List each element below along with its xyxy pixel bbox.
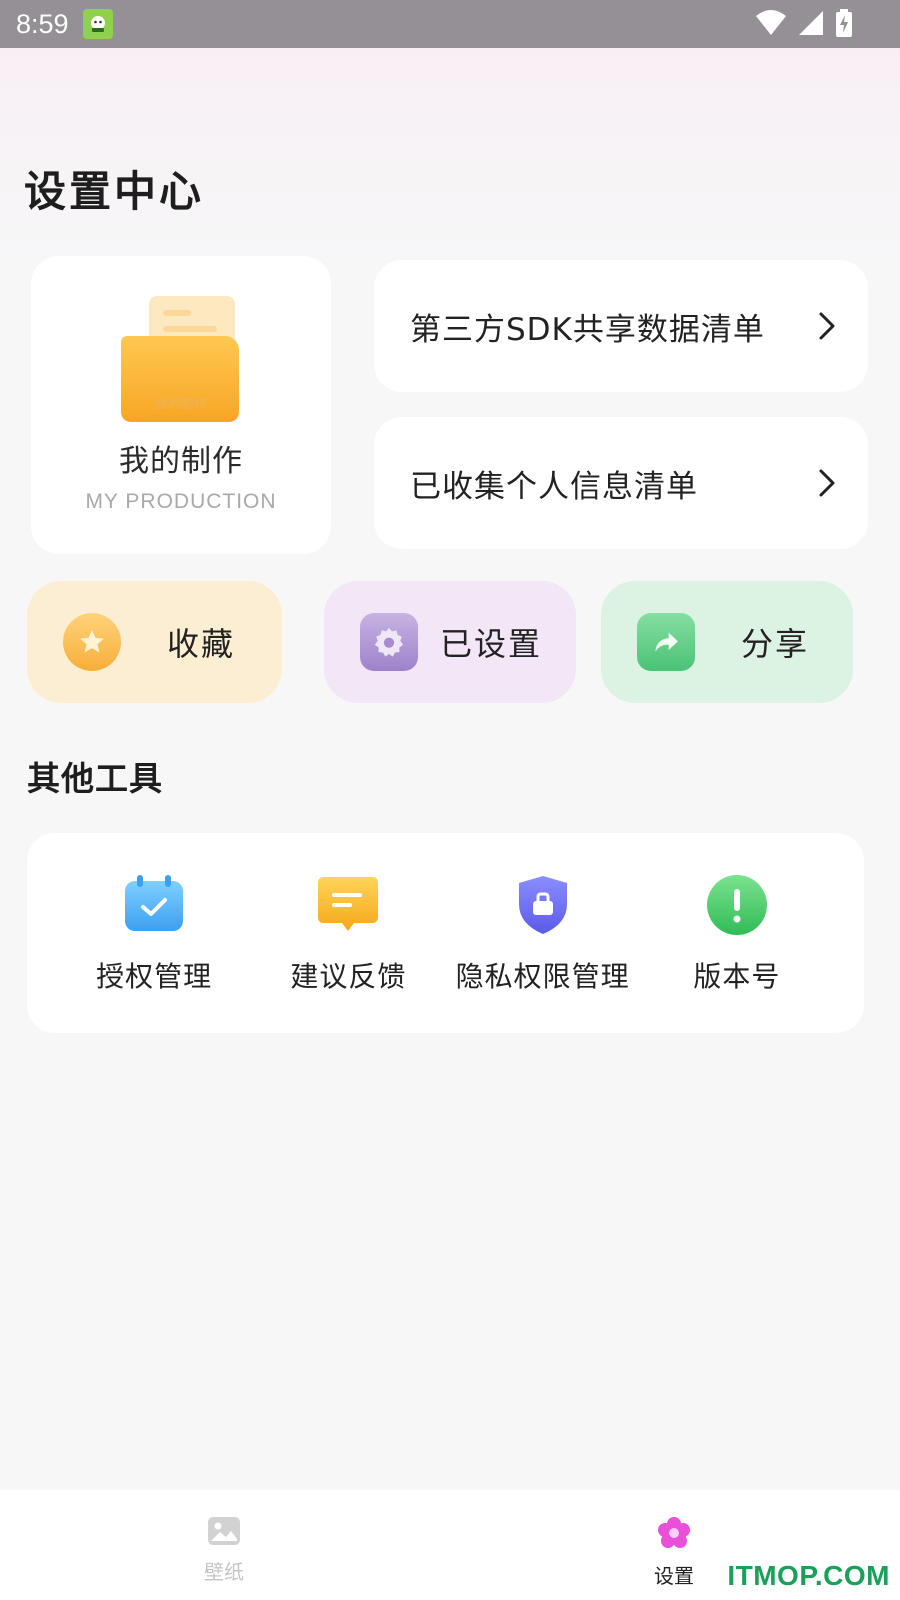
flower-icon (658, 1517, 690, 1548)
nav-label: 设置 (654, 1564, 694, 1588)
share-arrow-icon (637, 613, 695, 671)
status-icons (756, 9, 852, 37)
personal-info-list-link[interactable]: 已收集个人信息清单 (374, 417, 868, 549)
production-subtitle: MY PRODUCTION (85, 490, 277, 513)
folder-text: 我的制作 (153, 397, 206, 412)
other-tools-title: 其他工具 (27, 759, 163, 798)
shield-icon (511, 873, 575, 937)
folder-icon: 我的制作 (121, 296, 241, 424)
app-notification-icon (82, 9, 113, 39)
chevron-right-icon (819, 312, 835, 340)
tool-label: 隐私权限管理 (455, 960, 630, 993)
status-time: 8:59 (16, 8, 69, 39)
configured-label: 已设置 (440, 625, 543, 663)
favorites-button[interactable]: 收藏 (27, 581, 282, 703)
authorization-management-button[interactable]: 授权管理 (59, 873, 249, 995)
image-icon (208, 1517, 240, 1545)
calendar-check-icon (122, 873, 186, 937)
tool-label: 版本号 (693, 960, 781, 993)
configured-button[interactable]: 已设置 (324, 581, 576, 703)
production-title: 我的制作 (119, 444, 243, 479)
battery-icon (836, 9, 852, 37)
favorites-label: 收藏 (167, 625, 236, 663)
chat-bubble-icon (316, 873, 380, 937)
chevron-right-icon (819, 469, 835, 497)
link-label: 已收集个人信息清单 (410, 468, 698, 505)
link-label: 第三方SDK共享数据清单 (410, 311, 765, 348)
watermark: ITMOP.COM (727, 1560, 890, 1591)
page-title: 设置中心 (24, 167, 205, 216)
tool-label: 建议反馈 (290, 960, 407, 993)
wifi-icon (756, 10, 786, 35)
other-tools-card: 授权管理 建议反馈 隐私权限管理 版本号 (27, 833, 864, 1033)
privacy-permission-management-button[interactable]: 隐私权限管理 (448, 873, 638, 995)
nav-item-settings[interactable]: 设置 (614, 1490, 734, 1600)
version-number-button[interactable]: 版本号 (642, 873, 832, 995)
my-production-card[interactable]: 我的制作 我的制作 MY PRODUCTION (31, 256, 331, 554)
nav-item-wallpaper[interactable]: 壁纸 (164, 1490, 284, 1600)
sdk-shared-data-list-link[interactable]: 第三方SDK共享数据清单 (374, 260, 868, 392)
signal-icon (799, 11, 823, 35)
share-button[interactable]: 分享 (601, 581, 853, 703)
feedback-button[interactable]: 建议反馈 (253, 873, 443, 995)
exclamation-icon (705, 873, 769, 937)
gear-icon (360, 613, 418, 671)
nav-label: 壁纸 (204, 1560, 244, 1584)
share-label: 分享 (741, 625, 810, 663)
status-bar: 8:59 (0, 0, 900, 48)
tool-label: 授权管理 (96, 960, 213, 993)
star-icon (63, 613, 121, 671)
